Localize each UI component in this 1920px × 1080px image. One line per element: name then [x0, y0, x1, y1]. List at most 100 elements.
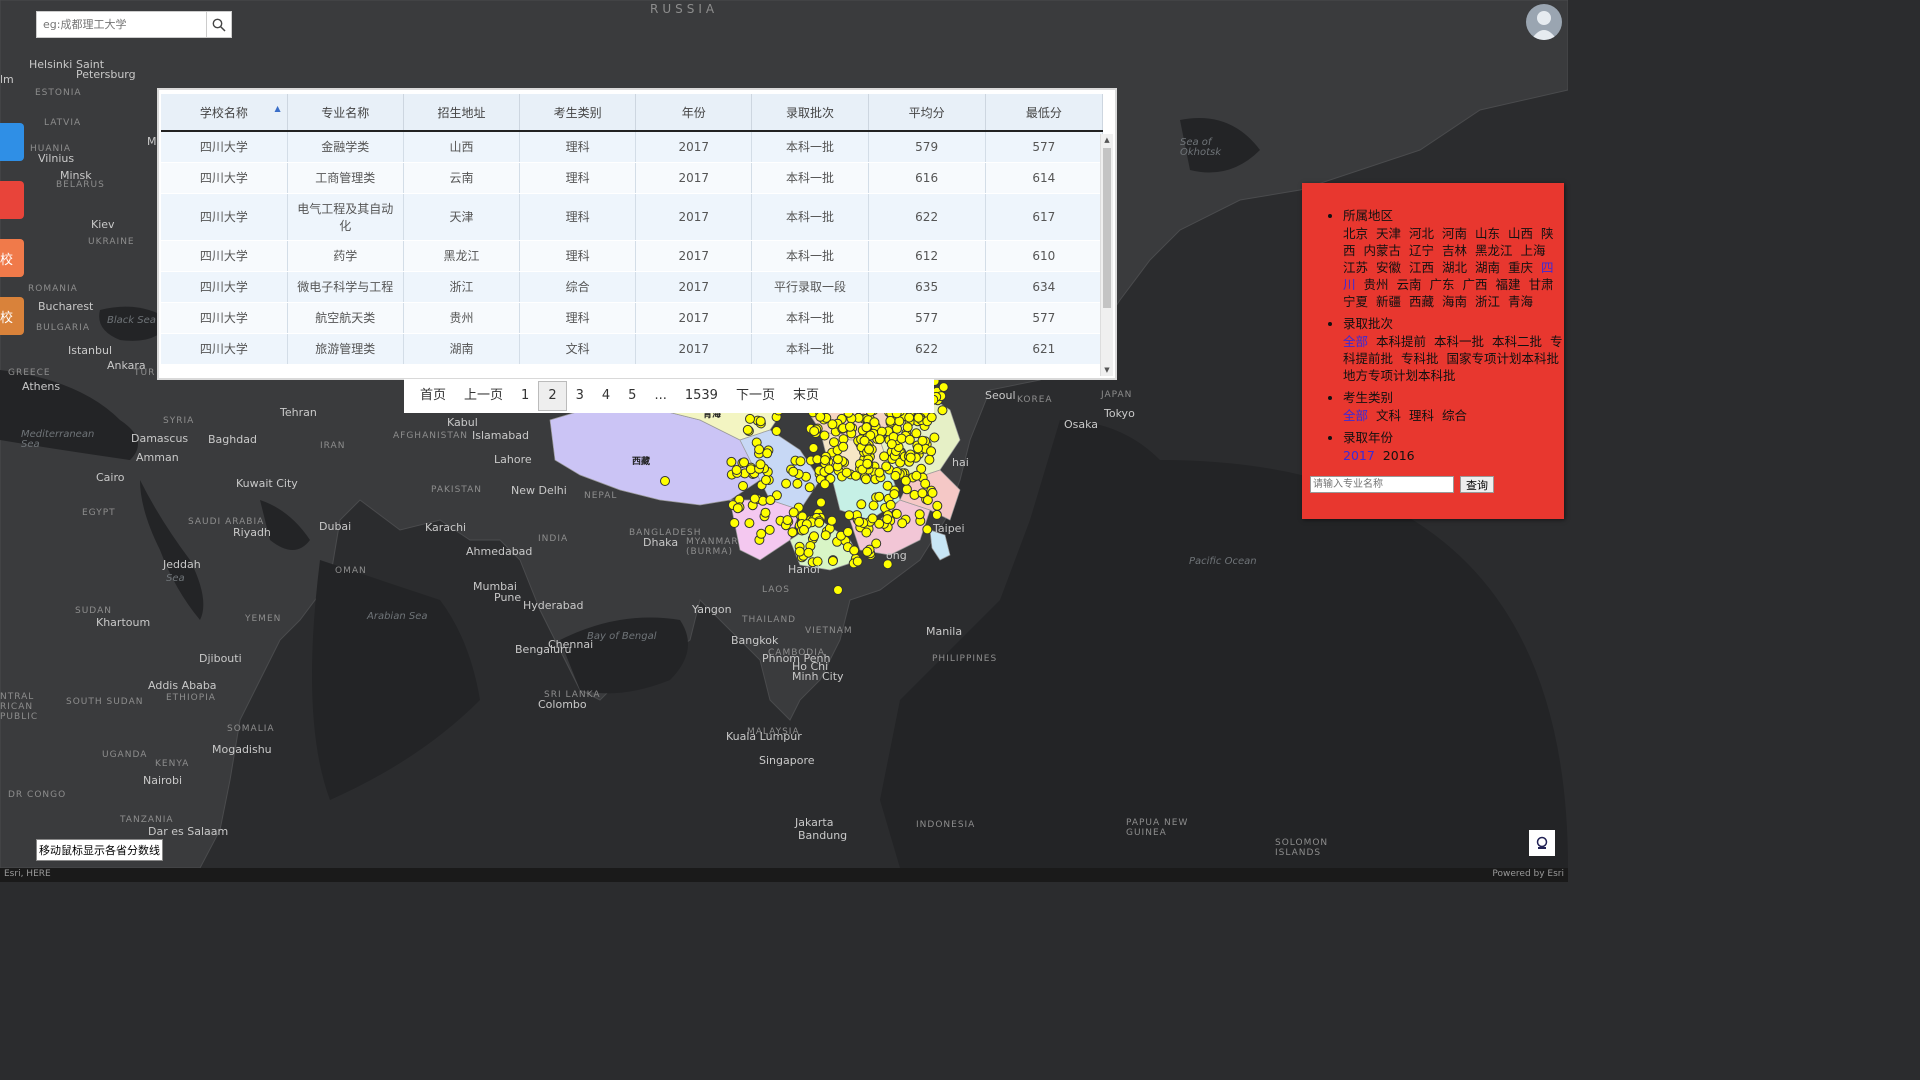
school-marker[interactable] [849, 545, 860, 556]
sort-ascending-icon[interactable]: ▲ [275, 104, 281, 113]
filter-option[interactable]: 河南 [1442, 226, 1467, 241]
school-marker[interactable] [761, 475, 771, 485]
filter-option[interactable]: 全部 [1343, 408, 1368, 423]
filter-option[interactable]: 2017 [1343, 448, 1375, 463]
table-row[interactable]: 四川大学 电气工程及其自动化 天津 理科 2017 本科一批 622 617 [161, 193, 1103, 241]
school-marker[interactable] [660, 476, 670, 486]
school-marker[interactable] [827, 419, 838, 430]
school-marker[interactable] [787, 527, 798, 538]
school-marker[interactable] [765, 495, 776, 506]
school-marker[interactable] [871, 538, 882, 549]
school-marker[interactable] [929, 432, 940, 443]
side-tab-1[interactable] [0, 123, 24, 161]
school-marker[interactable] [782, 515, 793, 526]
school-marker[interactable] [922, 524, 933, 535]
grid-column-header[interactable]: 年份 [635, 94, 753, 132]
page-button[interactable]: 末页 [784, 381, 828, 411]
school-marker[interactable] [795, 456, 806, 467]
school-marker[interactable] [927, 487, 938, 498]
school-marker[interactable] [926, 412, 937, 423]
school-marker[interactable] [732, 503, 743, 514]
school-marker[interactable] [809, 426, 820, 437]
filter-option[interactable]: 湖南 [1475, 260, 1500, 275]
side-tab-4[interactable]: 校 [0, 297, 24, 335]
school-marker[interactable] [760, 507, 771, 518]
school-marker[interactable] [729, 518, 740, 528]
school-marker[interactable] [739, 457, 749, 468]
page-button[interactable]: 3 [567, 381, 593, 411]
school-marker[interactable] [911, 470, 922, 481]
school-marker[interactable] [886, 439, 897, 450]
table-row[interactable]: 四川大学 微电子科学与工程 浙江 综合 2017 平行录取一段 635 634 [161, 271, 1103, 303]
table-row[interactable]: 四川大学 工商管理类 云南 理科 2017 本科一批 616 614 [161, 162, 1103, 194]
scroll-up-icon[interactable]: ▲ [1101, 134, 1113, 146]
filter-option[interactable]: 北京 [1343, 226, 1368, 241]
school-marker[interactable] [844, 510, 855, 521]
school-marker[interactable] [809, 531, 819, 542]
school-marker[interactable] [938, 382, 949, 393]
filter-option[interactable]: 重庆 [1508, 260, 1533, 275]
school-marker[interactable] [799, 524, 809, 535]
grid-column-header[interactable]: 专业名称 [287, 94, 404, 132]
school-marker[interactable] [744, 518, 755, 529]
page-button[interactable]: 1 [512, 381, 538, 411]
school-marker[interactable] [754, 444, 765, 455]
school-marker[interactable] [815, 411, 826, 422]
page-button[interactable]: 1539 [676, 381, 727, 411]
filter-option[interactable]: 上海 [1521, 243, 1546, 258]
filter-option[interactable]: 黑龙江 [1475, 243, 1513, 258]
school-marker[interactable] [905, 452, 916, 463]
school-marker[interactable] [788, 507, 799, 518]
filter-option[interactable]: 福建 [1496, 277, 1521, 292]
filter-option[interactable]: 山西 [1508, 226, 1533, 241]
school-marker[interactable] [819, 479, 830, 490]
school-marker[interactable] [771, 426, 782, 436]
grid-column-header[interactable]: 最低分 [985, 94, 1103, 132]
school-marker[interactable] [867, 513, 878, 524]
school-marker[interactable] [896, 433, 907, 444]
school-marker[interactable] [859, 435, 870, 446]
school-search-input[interactable] [37, 12, 206, 37]
scroll-thumb[interactable] [1103, 148, 1111, 308]
query-button[interactable]: 查询 [1460, 476, 1494, 493]
school-marker[interactable] [885, 499, 896, 510]
filter-option[interactable]: 广西 [1463, 277, 1488, 292]
major-name-input[interactable] [1310, 476, 1454, 493]
school-marker[interactable] [864, 444, 874, 455]
school-marker[interactable] [931, 509, 942, 520]
school-marker[interactable] [788, 466, 799, 477]
school-marker[interactable] [874, 434, 885, 445]
filter-option[interactable]: 河北 [1409, 226, 1434, 241]
grid-column-header[interactable]: 考生类别 [519, 94, 637, 132]
filter-option[interactable]: 浙江 [1475, 294, 1500, 309]
school-marker[interactable] [897, 518, 908, 529]
school-marker[interactable] [833, 585, 843, 595]
school-marker[interactable] [874, 491, 885, 502]
page-button[interactable]: 上一页 [455, 381, 512, 411]
school-marker[interactable] [742, 424, 753, 435]
filter-option[interactable]: 本科一批 [1434, 334, 1484, 349]
school-marker[interactable] [924, 454, 935, 465]
page-button[interactable]: 5 [619, 381, 645, 411]
grid-scrollbar[interactable]: ▲ ▼ [1100, 134, 1113, 376]
scroll-down-icon[interactable]: ▼ [1101, 364, 1113, 376]
school-marker[interactable] [792, 478, 803, 489]
school-marker[interactable] [904, 412, 915, 423]
school-marker[interactable] [827, 556, 838, 566]
school-marker[interactable] [861, 527, 872, 538]
school-marker[interactable] [862, 546, 873, 557]
filter-option[interactable]: 贵州 [1364, 277, 1389, 292]
school-marker[interactable] [781, 478, 792, 489]
school-marker[interactable] [885, 415, 896, 426]
page-button[interactable]: 4 [593, 381, 619, 411]
filter-option[interactable]: 内蒙古 [1364, 243, 1402, 258]
school-marker[interactable] [808, 443, 819, 453]
filter-option[interactable]: 辽宁 [1409, 243, 1434, 258]
table-row[interactable]: 四川大学 药学 黑龙江 理科 2017 本科一批 612 610 [161, 240, 1103, 272]
filter-option[interactable]: 海南 [1442, 294, 1467, 309]
filter-option[interactable]: 宁夏 [1343, 294, 1368, 309]
school-marker[interactable] [890, 470, 901, 481]
school-marker[interactable] [745, 413, 755, 424]
school-marker[interactable] [913, 412, 924, 423]
school-marker[interactable] [756, 528, 767, 539]
